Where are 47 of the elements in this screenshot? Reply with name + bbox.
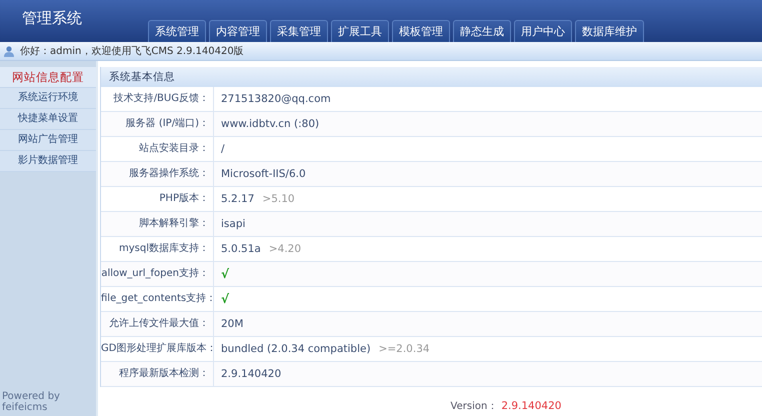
sidebar-item[interactable]: 网站信息配置: [0, 67, 96, 88]
field-label: 脚本解释引擎：: [101, 212, 214, 236]
requirement-text: >4.20: [268, 243, 302, 255]
field-value: /: [221, 143, 225, 155]
sidebar-item[interactable]: 快捷菜单设置: [0, 109, 96, 130]
sidebar-item[interactable]: 网站广告管理: [0, 130, 96, 151]
version-number: 2.9.140420: [501, 400, 562, 412]
sidebar-item[interactable]: 影片数据管理: [0, 151, 96, 172]
nav-tab[interactable]: 静态生成: [453, 20, 511, 42]
user-icon: [3, 45, 15, 57]
version-label: Version：: [450, 401, 498, 412]
field-label: allow_url_fopen支持：: [101, 262, 214, 286]
welcome-text: 你好：admin，欢迎使用飞飞CMS 2.9.140420版: [20, 44, 244, 58]
field-value: 271513820@qq.com: [221, 93, 331, 105]
sidebar-item[interactable]: 系统运行环境: [0, 88, 96, 109]
nav-tab[interactable]: 内容管理: [209, 20, 267, 42]
field-label: file_get_contents支持：: [101, 287, 214, 311]
field-value: isapi: [221, 218, 246, 230]
field-value: www.idbtv.cn (:80): [221, 118, 320, 130]
nav-tab[interactable]: 系统管理: [148, 20, 206, 42]
field-value: 2.9.140420: [221, 368, 282, 380]
nav-tab[interactable]: 数据库维护: [575, 20, 644, 42]
field-value: 5.2.17: [221, 193, 254, 205]
check-mark: √: [221, 267, 230, 281]
field-label: 允许上传文件最大值：: [101, 312, 214, 336]
requirement-text: >5.10: [262, 193, 295, 205]
requirement-text: >=2.0.34: [378, 343, 430, 355]
field-label: PHP版本：: [101, 187, 214, 211]
field-value: bundled (2.0.34 compatible): [221, 343, 371, 355]
panel-title: 系统基本信息: [101, 67, 762, 87]
nav-tab[interactable]: 用户中心: [514, 20, 572, 42]
field-value: Microsoft-IIS/6.0: [221, 168, 306, 180]
field-label: 服务器操作系统：: [101, 162, 214, 186]
field-label: 服务器 (IP/端口)：: [101, 112, 214, 136]
check-mark: √: [221, 292, 230, 306]
nav-tab[interactable]: 扩展工具: [331, 20, 389, 42]
nav-tab[interactable]: 模板管理: [392, 20, 450, 42]
powered-by-text: Powered by feifeicms: [1, 391, 61, 415]
field-value: 5.0.51a: [221, 243, 261, 255]
field-value: 20M: [221, 318, 244, 330]
nav-tab[interactable]: 采集管理: [270, 20, 328, 42]
field-label: 站点安装目录：: [101, 137, 214, 161]
app-title: 管理系统: [21, 9, 83, 28]
field-label: 技术支持/BUG反馈：: [101, 87, 214, 111]
field-label: 程序最新版本检测：: [101, 362, 214, 386]
field-label: mysql数据库支持：: [101, 237, 214, 261]
field-label: GD图形处理扩展库版本：: [101, 337, 214, 361]
